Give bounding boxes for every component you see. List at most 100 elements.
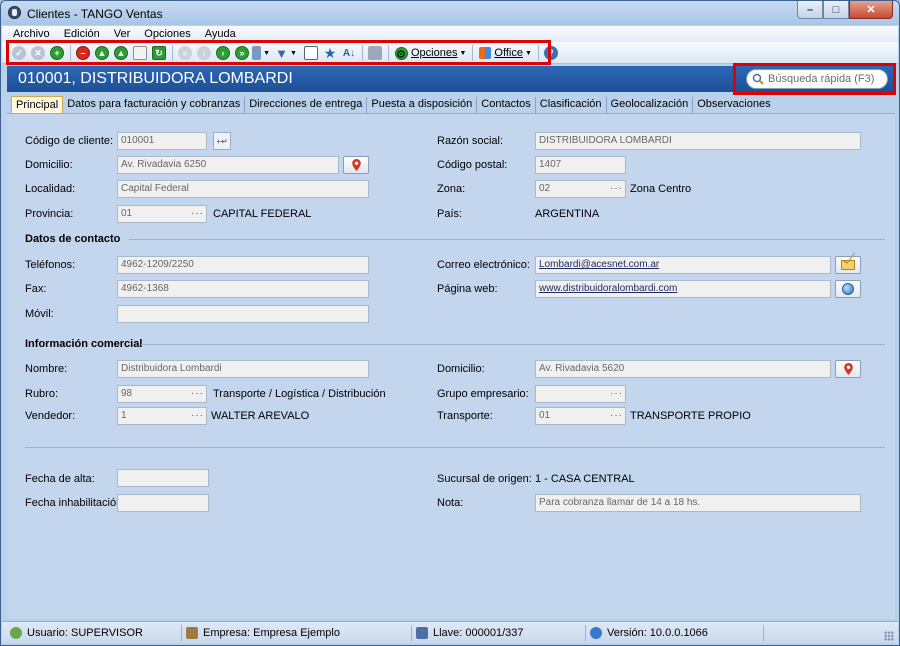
tab-strip: Principal Datos para facturación y cobra… (11, 96, 775, 113)
envelope-icon (841, 260, 855, 270)
menu-archivo[interactable]: Archivo (2, 28, 57, 40)
provincia-code: 01 (121, 208, 133, 219)
status-version-text: Versión: 10.0.0.1066 (607, 627, 708, 639)
fax-label: Fax: (25, 283, 47, 295)
lookup-dots-icon[interactable]: ··· (191, 408, 204, 424)
building-icon (186, 627, 198, 639)
zona-code: 02 (539, 183, 551, 194)
contacto-section-title: Datos de contacto (25, 233, 121, 245)
open-web-button[interactable] (835, 280, 861, 298)
cp-label: Código postal: (437, 159, 508, 171)
rubro-field[interactable]: 98 ··· (117, 385, 207, 403)
section-divider (25, 447, 885, 448)
status-llave-text: Llave: 000001/337 (433, 627, 524, 639)
localidad-field[interactable]: Capital Federal (117, 180, 369, 198)
menu-ayuda[interactable]: Ayuda (198, 28, 243, 40)
status-bar: Usuario: SUPERVISOR Empresa: Empresa Eje… (2, 621, 898, 643)
rubro-label: Rubro: (25, 388, 59, 400)
transporte-code: 01 (539, 410, 551, 421)
menu-ver[interactable]: Ver (107, 28, 138, 40)
map-pin-icon (843, 363, 853, 375)
info-icon (590, 627, 602, 639)
inhabilitacion-field[interactable] (117, 494, 209, 512)
lookup-dots-icon[interactable]: ··· (610, 386, 623, 402)
domicilio-comercial-field[interactable]: Av. Rivadavia 5620 (535, 360, 831, 378)
alta-label: Fecha de alta: (25, 473, 95, 485)
tab-puesta[interactable]: Puesta a disposición (367, 97, 478, 113)
tab-contactos[interactable]: Contactos (477, 97, 536, 113)
minimize-button[interactable]: – (797, 1, 823, 19)
domicilio-field[interactable]: Av. Rivadavia 6250 (117, 156, 339, 174)
window-controls: – □ ✕ (797, 1, 893, 19)
tab-observaciones[interactable]: Observaciones (693, 97, 774, 113)
sucursal-value: 1 - CASA CENTRAL (535, 473, 635, 485)
vendedor-code: 1 (121, 410, 127, 421)
close-button[interactable]: ✕ (849, 1, 893, 19)
section-divider (141, 344, 885, 345)
provincia-field[interactable]: 01 ··· (117, 205, 207, 223)
code-format-icon: +↵ (216, 136, 228, 146)
domicilio-map-button[interactable] (343, 156, 369, 174)
movil-field[interactable] (117, 305, 369, 323)
cp-field[interactable]: 1407 (535, 156, 626, 174)
nombre-field[interactable]: Distribuidora Lombardi (117, 360, 369, 378)
send-email-button[interactable] (835, 256, 861, 274)
fax-field[interactable]: 4962-1368 (117, 280, 369, 298)
zona-field[interactable]: 02 ··· (535, 180, 626, 198)
title-bar: Clientes - TANGO Ventas – □ ✕ (1, 1, 899, 25)
tab-clasificacion[interactable]: Clasificación (536, 97, 607, 113)
nota-field[interactable]: Para cobranza llamar de 14 a 18 hs. (535, 494, 861, 512)
correo-field[interactable]: Lombardi@acesnet.com.ar (535, 256, 831, 274)
razon-field[interactable]: DISTRIBUIDORA LOMBARDI (535, 132, 861, 150)
telefonos-label: Teléfonos: (25, 259, 76, 271)
tab-facturacion[interactable]: Datos para facturación y cobranzas (63, 97, 246, 113)
status-usuario: Usuario: SUPERVISOR (6, 625, 182, 641)
domicilio2-label: Domicilio: (437, 363, 485, 375)
transporte-field[interactable]: 01 ··· (535, 407, 626, 425)
status-empresa: Empresa: Empresa Ejemplo (182, 625, 412, 641)
domicilio-label: Domicilio: (25, 159, 73, 171)
tab-direcciones[interactable]: Direcciones de entrega (245, 97, 368, 113)
transporte-description: TRANSPORTE PROPIO (630, 410, 751, 422)
principal-panel: Código de cliente: 010001 +↵ Domicilio: … (7, 113, 895, 619)
grupo-field[interactable]: ··· (535, 385, 626, 403)
status-empresa-text: Empresa: Empresa Ejemplo (203, 627, 340, 639)
status-usuario-text: Usuario: SUPERVISOR (27, 627, 143, 639)
tab-geolocalizacion[interactable]: Geolocalización (607, 97, 694, 113)
map-pin-icon (351, 159, 361, 171)
codigo-field[interactable]: 010001 (117, 132, 207, 150)
lookup-dots-icon[interactable]: ··· (191, 386, 204, 402)
lookup-dots-icon[interactable]: ··· (610, 181, 623, 197)
vendedor-label: Vendedor: (25, 410, 76, 422)
lookup-dots-icon[interactable]: ··· (191, 206, 204, 222)
rubro-description: Transporte / Logística / Distribución (213, 388, 386, 400)
inhabilitacion-label: Fecha inhabilitación: (25, 497, 126, 509)
web-field[interactable]: www.distribuidoralombardi.com (535, 280, 831, 298)
tango-app-icon (8, 6, 21, 19)
vendedor-description: WALTER AREVALO (211, 410, 310, 422)
codigo-label: Código de cliente: (25, 135, 114, 147)
lookup-dots-icon[interactable]: ··· (610, 408, 623, 424)
vendedor-field[interactable]: 1 ··· (117, 407, 207, 425)
telefonos-field[interactable]: 4962-1209/2250 (117, 256, 369, 274)
transporte-label: Transporte: (437, 410, 493, 422)
sucursal-label: Sucursal de origen: (437, 473, 532, 485)
domicilio-comercial-map-button[interactable] (835, 360, 861, 378)
section-divider (129, 239, 885, 240)
record-title: 010001, DISTRIBUIDORA LOMBARDI (18, 70, 293, 87)
maximize-button[interactable]: □ (823, 1, 849, 19)
menu-opciones[interactable]: Opciones (137, 28, 197, 40)
globe-icon (842, 283, 854, 295)
provincia-description: CAPITAL FEDERAL (213, 208, 312, 220)
movil-label: Móvil: (25, 308, 54, 320)
tab-principal[interactable]: Principal (11, 96, 64, 113)
menu-edicion[interactable]: Edición (57, 28, 107, 40)
code-format-button[interactable]: +↵ (213, 132, 231, 150)
alta-field[interactable] (117, 469, 209, 487)
pais-value: ARGENTINA (535, 208, 600, 220)
key-icon (416, 627, 428, 639)
status-llave: Llave: 000001/337 (412, 625, 586, 641)
status-version: Versión: 10.0.0.1066 (586, 625, 764, 641)
search-highlight-frame (733, 63, 896, 95)
resize-grip-icon[interactable] (884, 631, 894, 641)
